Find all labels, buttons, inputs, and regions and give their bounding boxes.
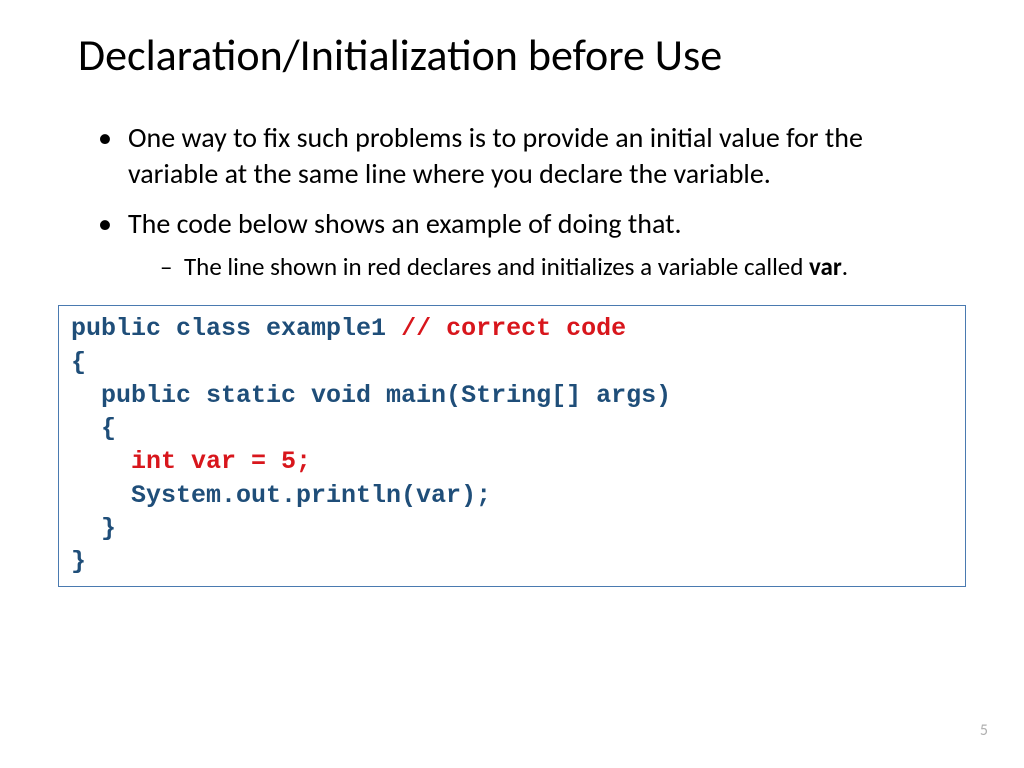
code-l8: } <box>71 547 86 576</box>
code-l7: } <box>71 514 116 543</box>
code-block: public class example1 // correct code { … <box>58 305 966 587</box>
code-l1a: public class example1 <box>71 314 401 343</box>
code-l5-red: int var = 5; <box>131 447 311 476</box>
code-l2: { <box>71 348 86 377</box>
code-l6: System.out.println(var); <box>71 481 491 510</box>
sub-bullet-1-bold: var <box>809 251 842 282</box>
code-l1-comment: // correct code <box>401 314 626 343</box>
code-l4: { <box>71 414 116 443</box>
bullet-2-text: The code below shows an example of doing… <box>128 206 682 241</box>
code-l3: public static void main(String[] args) <box>71 381 671 410</box>
sub-bullet-1-prefix: The line shown in red declares and initi… <box>184 251 809 282</box>
bullet-2: The code below shows an example of doing… <box>98 206 946 284</box>
code-l5-pad <box>71 447 131 476</box>
page-number: 5 <box>980 721 988 740</box>
sub-bullet-1: The line shown in red declares and initi… <box>160 251 946 283</box>
sub-bullet-list: The line shown in red declares and initi… <box>128 251 946 283</box>
bullet-1: One way to fix such problems is to provi… <box>98 120 946 192</box>
bullet-list: One way to fix such problems is to provi… <box>78 120 946 283</box>
slide-content: Declaration/Initialization before Use On… <box>0 0 1024 587</box>
slide-title: Declaration/Initialization before Use <box>78 28 946 82</box>
sub-bullet-1-suffix: . <box>842 251 848 282</box>
